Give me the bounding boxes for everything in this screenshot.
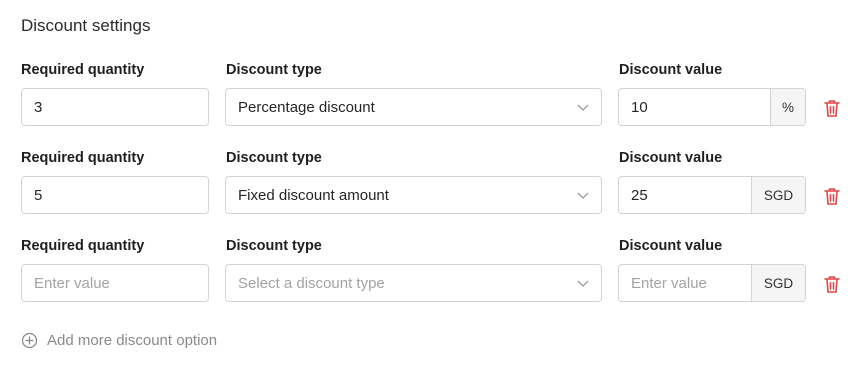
- type-label: Discount type: [226, 150, 322, 166]
- section-title: Discount settings: [21, 16, 151, 35]
- trash-icon[interactable]: [823, 186, 841, 206]
- type-label: Discount type: [226, 238, 322, 254]
- value-label: Discount value: [619, 238, 723, 254]
- discount-type-value: Fixed discount amount: [238, 186, 389, 204]
- discount-value: 10: [631, 98, 648, 116]
- plus-circle-icon: [21, 332, 38, 349]
- chevron-down-icon: [577, 280, 589, 287]
- discount-type-select[interactable]: Percentage discount: [225, 88, 602, 126]
- quantity-label: Required quantity: [21, 238, 145, 254]
- quantity-value: 3: [34, 98, 43, 116]
- discount-value-input[interactable]: 10 %: [618, 88, 806, 126]
- discount-value: 25: [631, 186, 648, 204]
- chevron-down-icon: [577, 192, 589, 199]
- value-label: Discount value: [619, 150, 723, 166]
- quantity-input[interactable]: 3: [21, 88, 209, 126]
- discount-type-placeholder: Select a discount type: [238, 274, 385, 292]
- discount-row: Required quantity Discount type Discount…: [0, 237, 857, 327]
- unit-addon: %: [770, 89, 805, 125]
- discount-type-select[interactable]: Select a discount type: [225, 264, 602, 302]
- type-label: Discount type: [226, 62, 322, 78]
- discount-row: Required quantity Discount type Discount…: [0, 149, 857, 239]
- discount-type-value: Percentage discount: [238, 98, 375, 116]
- quantity-input[interactable]: Enter value: [21, 264, 209, 302]
- discount-type-select[interactable]: Fixed discount amount: [225, 176, 602, 214]
- unit-addon: SGD: [751, 177, 805, 213]
- add-discount-option-button[interactable]: Add more discount option: [21, 332, 217, 349]
- trash-icon[interactable]: [823, 274, 841, 294]
- value-label: Discount value: [619, 62, 723, 78]
- discount-row: Required quantity Discount type Discount…: [0, 61, 857, 151]
- discount-value-placeholder: Enter value: [631, 274, 707, 292]
- trash-icon[interactable]: [823, 98, 841, 118]
- quantity-value: 5: [34, 186, 43, 204]
- unit-addon: SGD: [751, 265, 805, 301]
- quantity-placeholder: Enter value: [34, 274, 110, 292]
- add-discount-option-label: Add more discount option: [47, 332, 218, 349]
- quantity-input[interactable]: 5: [21, 176, 209, 214]
- quantity-label: Required quantity: [21, 150, 145, 166]
- quantity-label: Required quantity: [21, 62, 145, 78]
- chevron-down-icon: [577, 104, 589, 111]
- discount-value-input[interactable]: Enter value SGD: [618, 264, 806, 302]
- discount-value-input[interactable]: 25 SGD: [618, 176, 806, 214]
